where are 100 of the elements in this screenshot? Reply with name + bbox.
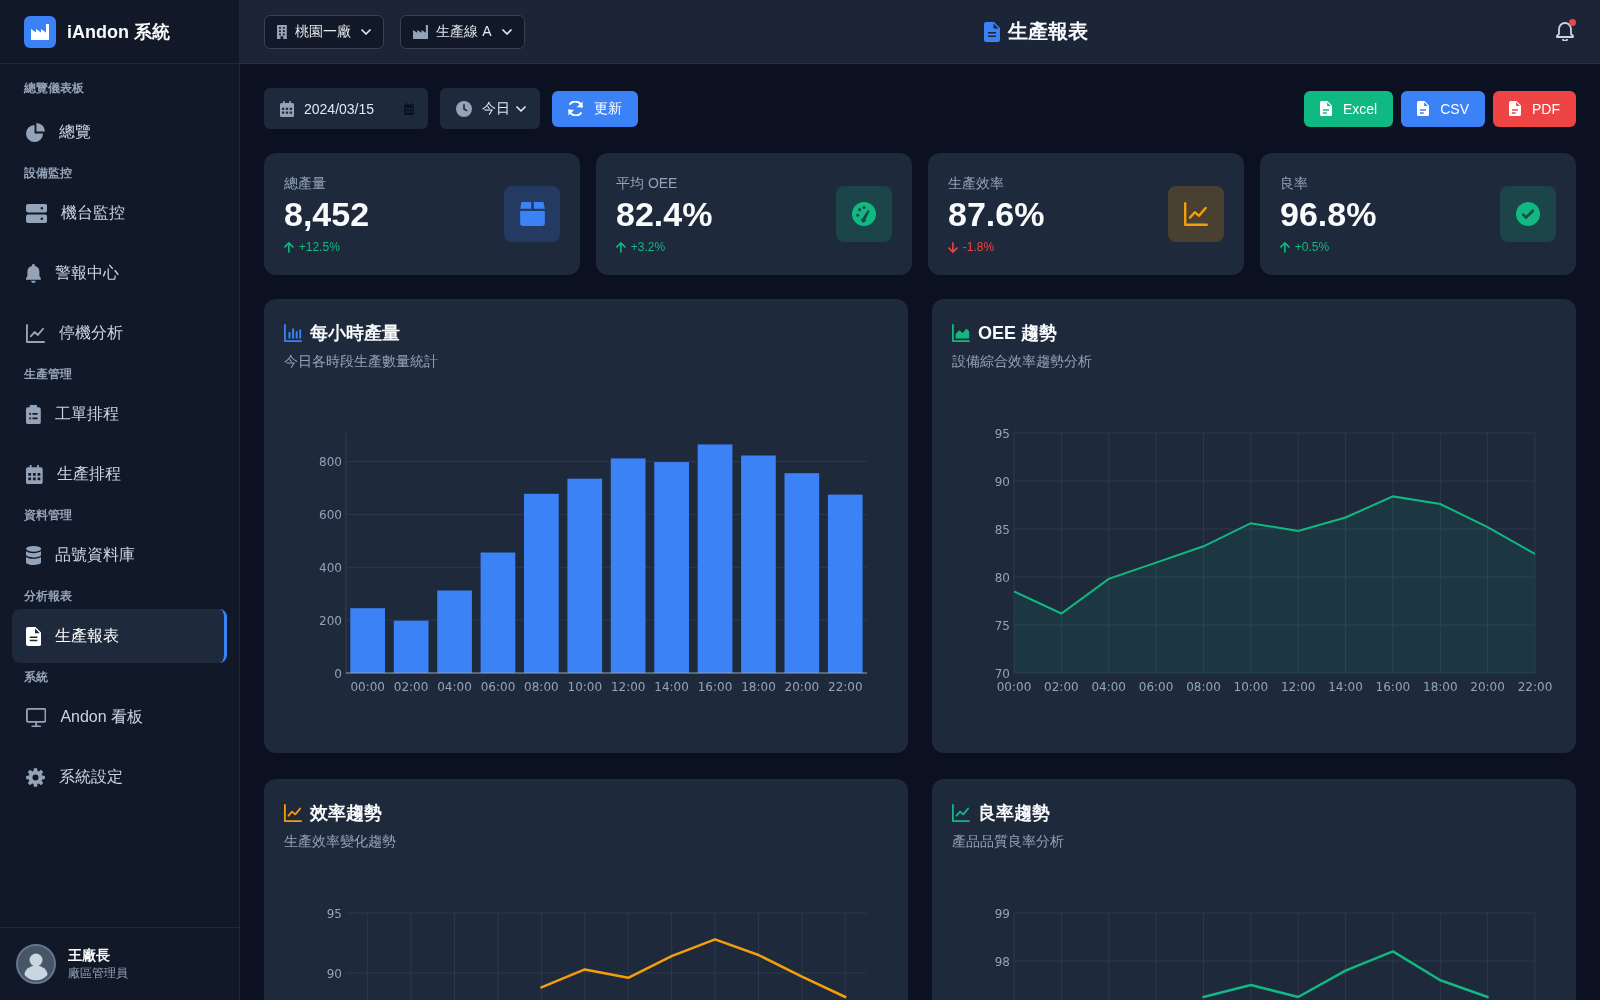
monitor-icon — [26, 707, 47, 727]
kpi-value: 82.4% — [616, 194, 713, 235]
kpi-change: -1.8% — [962, 239, 995, 255]
chevron-down-icon — [360, 28, 371, 35]
x-axis-label: 18:00 — [1423, 680, 1458, 694]
file-icon — [1509, 101, 1521, 116]
refresh-icon — [568, 101, 583, 116]
x-axis-label: 16:00 — [1375, 680, 1411, 694]
line-chart-icon — [952, 804, 970, 822]
y-axis-label: 98 — [994, 954, 1010, 969]
y-axis-label: 80 — [994, 570, 1010, 585]
x-axis-label: 00:00 — [996, 680, 1032, 694]
page-title: 生產報表 — [1008, 19, 1089, 44]
chart-subtitle: 產品品質良率分析 — [952, 832, 1064, 851]
chart-subtitle: 生產效率變化趨勢 — [284, 832, 396, 851]
dropdown-select[interactable]: 桃園一廠 — [264, 14, 384, 49]
chevron-down-icon — [501, 28, 512, 35]
x-axis-label: 10:00 — [1233, 680, 1269, 694]
bar-chart-icon — [284, 324, 302, 342]
nav-item[interactable]: 品號資料庫 — [12, 528, 227, 582]
y-axis-label: 200 — [319, 613, 342, 628]
chart-subtitle: 今日各時段生產數量統計 — [284, 352, 438, 371]
user-silhouette-icon — [16, 944, 56, 984]
time-range-select[interactable]: 今日 — [440, 88, 540, 129]
server-icon — [26, 203, 48, 223]
nav-item[interactable]: Andon 看板 — [12, 690, 227, 744]
area-chart-icon — [952, 324, 970, 342]
x-axis-label: 20:00 — [784, 680, 820, 694]
x-axis-label: 06:00 — [1138, 680, 1174, 694]
section-label: 總覽儀表板 — [24, 81, 84, 95]
section-label: 分析報表 — [24, 589, 72, 603]
x-axis-label: 04:00 — [1091, 680, 1126, 694]
kpi-label: 平均 OEE — [616, 174, 678, 193]
clock-icon — [456, 100, 472, 117]
x-axis-label: 00:00 — [350, 680, 385, 694]
y-axis-label: 0 — [334, 666, 342, 681]
nav-item[interactable]: 機台監控 — [12, 186, 227, 240]
y-axis-label: 90 — [994, 474, 1010, 489]
refresh-button[interactable]: 更新 — [552, 90, 638, 127]
nav-item[interactable]: 生產報表 — [12, 609, 227, 663]
file-icon — [1319, 101, 1332, 116]
nav-item[interactable]: 總覽 — [12, 105, 227, 159]
x-axis-label: 16:00 — [697, 680, 733, 694]
kpi-value: 8,452 — [284, 194, 370, 235]
y-axis-label: 800 — [319, 455, 342, 469]
export-button[interactable]: PDF — [1493, 90, 1576, 127]
chart-title: 效率趨勢 — [310, 802, 382, 825]
chart-title: OEE 趨勢 — [978, 322, 1057, 345]
kpi-value: 87.6% — [948, 194, 1045, 235]
section-label: 設備監控 — [24, 166, 72, 180]
kpi-label: 生產效率 — [948, 174, 1004, 193]
x-axis-label: 08:00 — [524, 680, 559, 694]
x-axis-label: 14:00 — [654, 680, 689, 694]
x-axis-label: 04:00 — [437, 680, 472, 694]
export-button[interactable]: CSV — [1401, 90, 1485, 127]
y-axis-label: 95 — [326, 906, 342, 921]
kpi-label: 良率 — [1280, 174, 1308, 193]
y-axis-label: 75 — [994, 618, 1010, 633]
y-axis-label: 90 — [326, 966, 342, 981]
y-axis-label: 95 — [994, 426, 1010, 441]
kpi-label: 總產量 — [284, 174, 326, 193]
building-icon — [277, 24, 287, 39]
bell-icon — [26, 263, 41, 283]
x-axis-label: 12:00 — [610, 680, 646, 694]
nav-item[interactable]: 工單排程 — [12, 387, 227, 441]
line-chart-icon — [284, 804, 302, 822]
x-axis-label: 08:00 — [1186, 680, 1221, 694]
x-axis-label: 10:00 — [567, 680, 603, 694]
factory-logo-icon — [24, 15, 56, 48]
calendar-icon — [280, 100, 294, 117]
x-axis-label: 20:00 — [1470, 680, 1505, 694]
pie-chart-icon — [26, 122, 45, 142]
nav-item[interactable]: 系統設定 — [12, 750, 227, 804]
factory-icon — [412, 24, 429, 39]
x-axis-label: 02:00 — [393, 680, 429, 694]
y-axis-label: 600 — [319, 507, 342, 522]
y-axis-label: 99 — [994, 906, 1010, 921]
x-axis-label: 06:00 — [480, 680, 516, 694]
chart-title: 良率趨勢 — [978, 802, 1050, 825]
kpi-change: +0.5% — [1294, 239, 1330, 255]
x-axis-label: 14:00 — [1328, 680, 1363, 694]
y-axis-label: 400 — [319, 560, 342, 575]
bell-icon — [1556, 22, 1574, 41]
x-axis-label: 12:00 — [1280, 680, 1316, 694]
clipboard-list-icon — [26, 404, 41, 424]
user-name: 王廠長 — [68, 946, 110, 965]
app-name: iAndon 系統 — [67, 20, 170, 44]
calendar-icon — [26, 464, 43, 484]
kpi-change: +3.2% — [630, 239, 666, 255]
nav-item[interactable]: 生產排程 — [12, 447, 227, 501]
section-label: 生產管理 — [24, 367, 72, 381]
x-axis-label: 22:00 — [1517, 680, 1553, 694]
date-field[interactable]: 2024/03/15 — [264, 88, 428, 129]
chart-subtitle: 設備綜合效率趨勢分析 — [952, 352, 1092, 371]
user-role: 廠區管理員 — [68, 965, 128, 982]
dropdown-select[interactable]: 生產線 A — [399, 14, 525, 49]
nav-item[interactable]: 警報中心 — [12, 246, 227, 300]
nav-item[interactable]: 停機分析 — [12, 306, 227, 360]
chevron-down-icon — [516, 105, 526, 112]
file-icon — [1417, 101, 1430, 116]
